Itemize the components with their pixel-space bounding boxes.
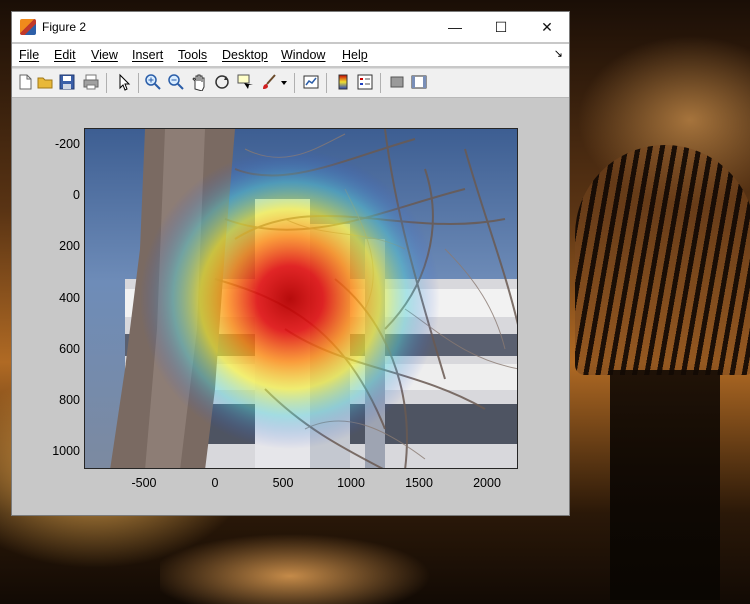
x-tick-label: 500	[272, 476, 294, 490]
x-tick-label: 2000	[473, 476, 501, 490]
toolbar-separator	[106, 73, 107, 93]
y-tick-label: 200	[59, 239, 80, 253]
menu-window[interactable]: Window	[281, 48, 325, 62]
x-tick-label: 1500	[405, 476, 433, 490]
title-bar[interactable]: Figure 2 — ☐ ✕	[12, 12, 569, 42]
menu-view[interactable]: View	[91, 48, 118, 62]
edit-plot-arrow-icon[interactable]	[115, 73, 133, 91]
y-tick-label: -200	[54, 137, 80, 151]
x-tick-label: 1000	[337, 476, 365, 490]
matlab-icon	[20, 19, 36, 35]
menu-bar: File Edit View Insert Tools Desktop Wind…	[12, 44, 569, 66]
print-icon[interactable]	[82, 73, 100, 91]
toolbar-separator	[380, 73, 381, 93]
background-glow	[160, 516, 460, 604]
background-chair-base	[610, 370, 720, 600]
window-title: Figure 2	[42, 20, 87, 34]
y-tick-label: 600	[59, 342, 80, 356]
pan-hand-icon[interactable]	[190, 73, 208, 92]
brush-icon[interactable]	[260, 73, 278, 91]
insert-colorbar-icon[interactable]	[334, 73, 352, 91]
toolbar-separator	[294, 73, 295, 93]
heatmap-overlay-image	[85, 129, 517, 468]
new-figure-icon[interactable]	[16, 73, 34, 91]
save-icon[interactable]	[58, 73, 76, 91]
toolbar-separator	[138, 73, 139, 93]
toolbar-separator	[326, 73, 327, 93]
figure-toolbar	[12, 68, 569, 98]
heatmap-image-axes[interactable]	[84, 128, 518, 469]
x-tick-label: -500	[131, 476, 157, 490]
menu-file[interactable]: File	[19, 48, 39, 62]
link-plot-icon[interactable]	[302, 73, 320, 91]
insert-legend-icon[interactable]	[356, 73, 374, 91]
y-tick-label: 800	[59, 393, 80, 407]
close-button[interactable]: ✕	[524, 12, 570, 42]
menu-help[interactable]: Help	[342, 48, 368, 62]
zoom-in-icon[interactable]	[144, 73, 162, 91]
background-chair	[575, 145, 750, 375]
menu-tools[interactable]: Tools	[178, 48, 207, 62]
show-plot-tools-icon[interactable]	[410, 73, 428, 91]
y-tick-label: 1000	[52, 444, 80, 458]
y-tick-label: 400	[59, 291, 80, 305]
menu-desktop[interactable]: Desktop	[222, 48, 268, 62]
y-tick-label: 0	[73, 188, 80, 202]
menu-insert[interactable]: Insert	[132, 48, 163, 62]
brush-dropdown-icon[interactable]	[280, 73, 288, 91]
zoom-out-icon[interactable]	[167, 73, 185, 91]
rotate-3d-icon[interactable]	[213, 73, 231, 91]
open-file-icon[interactable]	[36, 73, 54, 91]
data-cursor-icon[interactable]	[236, 73, 254, 91]
minimize-button[interactable]: —	[432, 12, 478, 42]
hide-plot-tools-icon[interactable]	[388, 73, 406, 91]
dock-figure-icon[interactable]: ↘	[554, 47, 563, 60]
maximize-button[interactable]: ☐	[478, 12, 524, 42]
x-tick-label: 0	[211, 476, 219, 490]
menu-edit[interactable]: Edit	[54, 48, 76, 62]
